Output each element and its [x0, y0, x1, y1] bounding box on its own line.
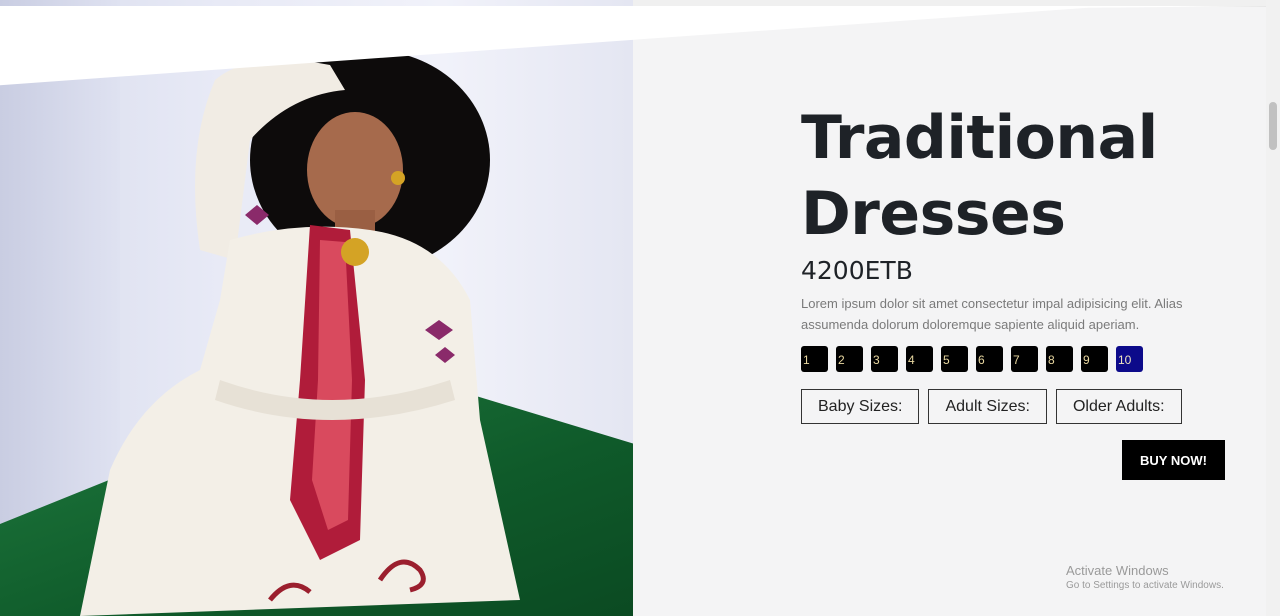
number-button-10[interactable]: 10	[1116, 346, 1143, 372]
product-description: Lorem ipsum dolor sit amet consectetur i…	[801, 296, 1183, 332]
model-illustration	[80, 50, 520, 616]
number-button-1[interactable]: 1	[801, 346, 828, 372]
product-title: Traditional Dresses	[801, 103, 1158, 249]
baby-sizes-button[interactable]: Baby Sizes:	[801, 389, 920, 424]
buy-now-button[interactable]: BUY NOW!	[1122, 440, 1225, 480]
number-button-3[interactable]: 3	[871, 346, 898, 372]
product-image	[0, 0, 633, 616]
size-options: Baby Sizes: Adult Sizes: Older Adults:	[801, 389, 1182, 424]
product-price: 4200ETB	[801, 256, 913, 285]
number-button-2[interactable]: 2	[836, 346, 863, 372]
vertical-scrollbar[interactable]	[1266, 0, 1280, 616]
older-adults-button[interactable]: Older Adults:	[1055, 389, 1182, 424]
scrollbar-thumb[interactable]	[1269, 102, 1277, 150]
windows-activation-watermark: Activate Windows Go to Settings to activ…	[1066, 563, 1224, 591]
adult-sizes-button[interactable]: Adult Sizes:	[928, 389, 1047, 424]
number-button-9[interactable]: 9	[1081, 346, 1108, 372]
number-button-6[interactable]: 6	[976, 346, 1003, 372]
quantity-selector: 1 2 3 4 5 6 7 8 9 10	[801, 346, 1143, 372]
number-button-8[interactable]: 8	[1046, 346, 1073, 372]
number-button-7[interactable]: 7	[1011, 346, 1038, 372]
number-button-5[interactable]: 5	[941, 346, 968, 372]
watermark-line-1: Activate Windows	[1066, 563, 1169, 578]
watermark-line-2: Go to Settings to activate Windows.	[1066, 580, 1224, 591]
number-button-4[interactable]: 4	[906, 346, 933, 372]
